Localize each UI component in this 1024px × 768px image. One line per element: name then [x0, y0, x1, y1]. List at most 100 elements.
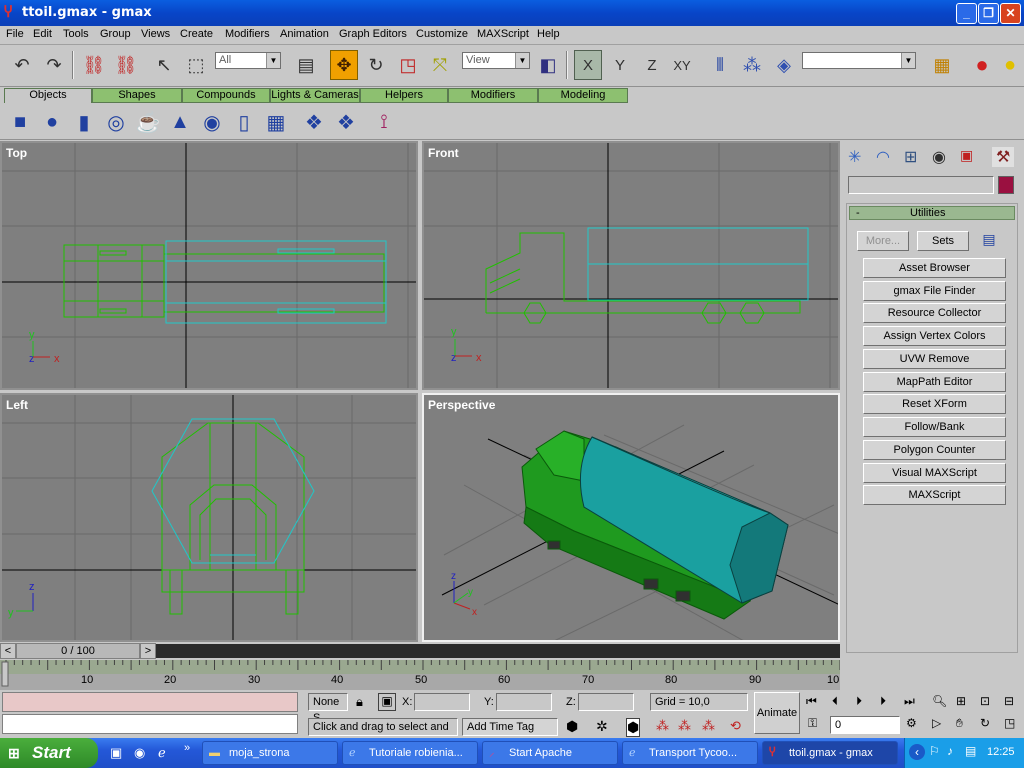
next-frame-icon[interactable]: ⏵	[880, 694, 886, 709]
spinner-snap-icon[interactable]: ⁂	[702, 718, 715, 734]
reference-coordinate-dropdown[interactable]: View ▼	[462, 52, 530, 69]
play-icon[interactable]: ⏵	[856, 694, 862, 709]
field-of-view-icon[interactable]: ▷	[932, 716, 941, 730]
menu-file[interactable]: File	[6, 28, 24, 40]
restore-button[interactable]: ❐	[978, 3, 999, 24]
menu-animation[interactable]: Animation	[280, 28, 329, 40]
menu-create[interactable]: Create	[180, 28, 213, 40]
maxscript-input-mini[interactable]	[2, 714, 298, 734]
cylinder-icon[interactable]: ▮	[70, 108, 98, 136]
menu-help[interactable]: Help	[537, 28, 560, 40]
align-icon[interactable]: ◈	[770, 50, 798, 80]
mappath-editor-button[interactable]: MapPath Editor	[863, 372, 1006, 392]
zoom-extents-icon[interactable]: ⊡	[980, 694, 990, 708]
menu-tools[interactable]: Tools	[63, 28, 89, 40]
tube-icon[interactable]: ▯	[230, 108, 258, 136]
cone-icon[interactable]: ▲	[166, 108, 194, 136]
bones-icon[interactable]: ⟟	[370, 108, 398, 136]
more-button[interactable]: More...	[857, 231, 909, 251]
tray-expand-icon[interactable]: ‹	[909, 744, 925, 760]
reset-xform-button[interactable]: Reset XForm	[863, 394, 1006, 414]
arc-rotate-icon[interactable]: ↻	[980, 716, 990, 730]
restrict-to-x-button[interactable]: X	[574, 50, 602, 80]
go-to-start-icon[interactable]: ⏮	[806, 694, 817, 709]
selection-filter-dropdown[interactable]: All ▼	[215, 52, 281, 69]
percent-snap-icon[interactable]: ⁂	[678, 718, 691, 734]
viewport-front[interactable]: Front y z x	[422, 141, 840, 390]
sphere-icon[interactable]: ●	[38, 108, 66, 136]
tab-objects[interactable]: Objects	[4, 88, 92, 103]
viewport-perspective[interactable]: Perspective z x y	[422, 393, 840, 642]
start-button[interactable]: ⊞ Start	[0, 738, 98, 768]
select-and-move-icon[interactable]: ✥	[330, 50, 358, 80]
modify-tab-icon[interactable]: ◠	[876, 147, 890, 167]
time-config-icon[interactable]: ⚙	[906, 716, 917, 730]
visual-maxscript-button[interactable]: Visual MAXScript	[863, 463, 1006, 483]
select-by-name-icon[interactable]: ▤	[292, 50, 320, 80]
tab-helpers[interactable]: Helpers	[360, 88, 448, 103]
use-pivot-center-icon[interactable]: ◧	[534, 50, 562, 80]
hierarchy-tab-icon[interactable]: ⊞	[904, 147, 917, 167]
redo-icon[interactable]: ↷	[40, 50, 68, 80]
resource-collector-button[interactable]: Resource Collector	[863, 303, 1006, 323]
tab-lights-cameras[interactable]: Lights & Cameras	[270, 88, 360, 103]
select-and-manipulate-icon[interactable]: ⤧	[426, 50, 454, 80]
zoom-extents-all-icon[interactable]: ⊟	[1004, 694, 1014, 708]
task-tutoriale[interactable]: ℯ Tutoriale robienia...	[342, 741, 478, 765]
utilities-tab-icon[interactable]: ⚒	[992, 147, 1015, 167]
degradation-override-icon[interactable]: ⟲	[730, 718, 741, 734]
task-start-apache[interactable]: ⸝ Start Apache	[482, 741, 618, 765]
undo-icon[interactable]: ↶	[8, 50, 36, 80]
select-object-icon[interactable]: ↖	[150, 50, 178, 80]
unlink-selection-icon[interactable]: ⛓	[112, 50, 140, 80]
uvw-remove-button[interactable]: UVW Remove	[863, 349, 1006, 369]
current-frame-field[interactable]: 0	[830, 716, 900, 734]
menu-group[interactable]: Group	[100, 28, 131, 40]
track-bar[interactable]: 10 20 30 40 50 60 70 80 90 10	[0, 660, 841, 690]
rollout-header[interactable]: - Utilities	[849, 206, 1015, 220]
gmax-file-finder-button[interactable]: gmax File Finder	[863, 281, 1006, 301]
tray-app-icon[interactable]: ▤	[965, 744, 976, 758]
menu-maxscript[interactable]: MAXScript	[477, 28, 529, 40]
absolute-mode-icon[interactable]: ▣	[378, 693, 396, 711]
x-coordinate-field[interactable]	[414, 693, 470, 711]
prev-frame-button[interactable]: <	[0, 643, 16, 659]
menu-views[interactable]: Views	[141, 28, 170, 40]
next-frame-button[interactable]: >	[140, 643, 156, 659]
track-view-icon[interactable]: ▦	[928, 50, 956, 80]
object-color-swatch[interactable]	[998, 176, 1014, 194]
tab-shapes[interactable]: Shapes	[92, 88, 182, 103]
sets-button[interactable]: Sets	[917, 231, 969, 251]
teapot-icon[interactable]: ☕	[134, 108, 162, 136]
motion-tab-icon[interactable]: ◉	[932, 147, 946, 167]
quick-render-icon[interactable]: ●	[996, 50, 1024, 80]
viewport-top[interactable]: Top y z x	[0, 141, 418, 390]
previous-frame-icon[interactable]: ⏴	[832, 694, 838, 709]
geosphere-icon[interactable]: ◉	[198, 108, 226, 136]
selection-cube-icon[interactable]: ⬢	[566, 718, 578, 735]
named-selection-dropdown[interactable]: ▼	[802, 52, 916, 69]
close-button[interactable]: ✕	[1000, 3, 1021, 24]
show-desktop-icon[interactable]: ▣	[110, 745, 122, 761]
task-transport-tycoon[interactable]: ℯ Transport Tycoo...	[622, 741, 758, 765]
internet-explorer-icon[interactable]: ℯ	[158, 745, 166, 761]
display-tab-icon[interactable]: ▣	[960, 147, 973, 164]
rectangular-selection-icon[interactable]: ⬚	[182, 50, 210, 80]
angle-snap-icon[interactable]: ⁂	[656, 718, 669, 734]
render-icon[interactable]: ●	[968, 50, 996, 80]
select-and-link-icon[interactable]: ⛓	[80, 50, 108, 80]
lock-icon[interactable]: 🔒︎	[356, 694, 363, 710]
clock[interactable]: 12:25	[987, 746, 1015, 758]
task-moja-strona[interactable]: ▬ moja_strona	[202, 741, 338, 765]
torus-icon[interactable]: ◎	[102, 108, 130, 136]
nurbs-surface-icon[interactable]: ❖	[300, 108, 328, 136]
zoom-all-icon[interactable]: ⊞	[956, 694, 966, 708]
volume-icon[interactable]: ♪	[947, 744, 953, 758]
minimize-button[interactable]: _	[956, 3, 977, 24]
tab-compounds[interactable]: Compounds	[182, 88, 270, 103]
mirror-icon[interactable]: ⫴	[706, 50, 734, 80]
plane-icon[interactable]: ▦	[262, 108, 290, 136]
task-gmax[interactable]: Ⴤttoil.gmax - gmax	[762, 741, 898, 765]
go-to-end-icon[interactable]: ⏭	[904, 694, 915, 709]
crossing-window-icon[interactable]: ⬢	[626, 718, 641, 737]
